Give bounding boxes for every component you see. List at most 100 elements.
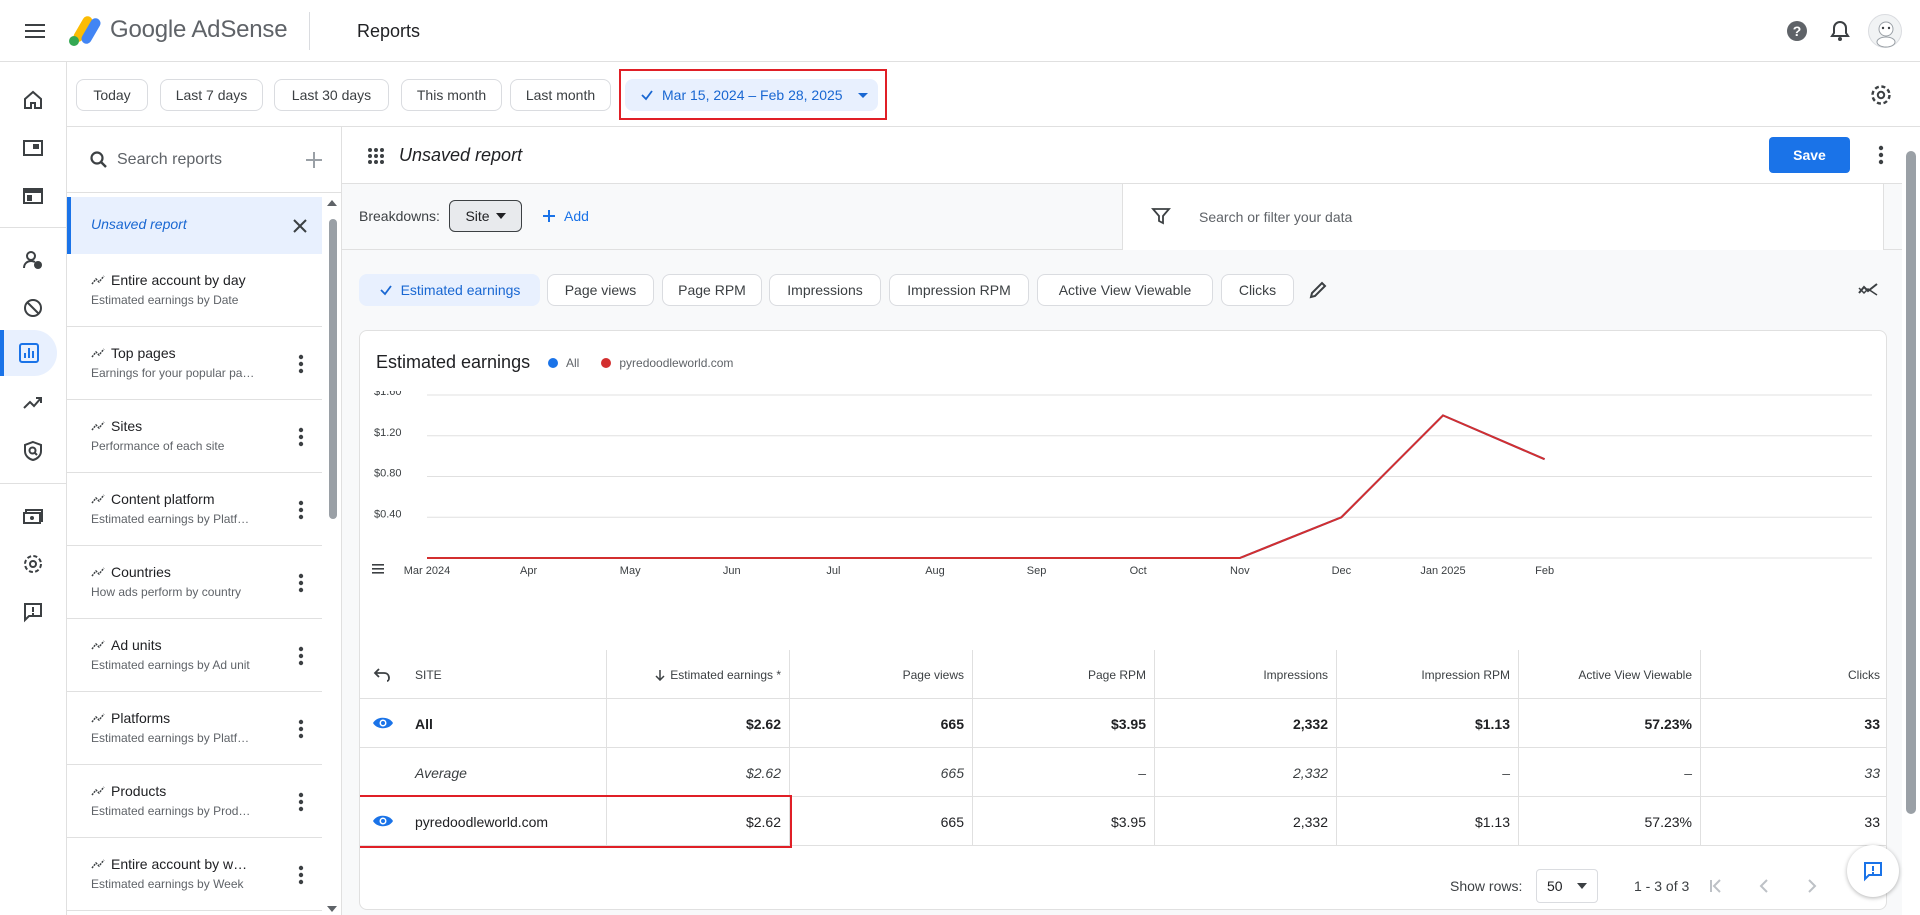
undo-icon[interactable] xyxy=(373,665,391,683)
breakdown-site-chip[interactable]: Site xyxy=(449,200,522,232)
col-label: SITE xyxy=(415,667,442,682)
search-reports-input[interactable] xyxy=(117,149,297,171)
add-breakdown-button[interactable]: Add xyxy=(542,200,589,232)
report-item-entire-account-by-day[interactable]: Entire account by day Estimated earnings… xyxy=(67,254,322,327)
more-vert-icon[interactable] xyxy=(291,571,311,595)
reports-icon[interactable] xyxy=(0,330,57,376)
close-icon[interactable] xyxy=(292,218,308,234)
save-button[interactable]: Save xyxy=(1769,137,1850,173)
col-site[interactable]: SITE xyxy=(360,650,607,699)
more-vert-icon[interactable] xyxy=(291,352,311,376)
more-vert-icon[interactable] xyxy=(291,717,311,741)
report-item-ad-units[interactable]: Ad units Estimated earnings by Ad unit xyxy=(67,619,322,692)
trend-icon xyxy=(91,640,105,650)
menu-icon[interactable] xyxy=(20,19,50,43)
sidebar-scrollbar[interactable] xyxy=(329,219,337,519)
report-item-platforms[interactable]: Platforms Estimated earnings by Platf… xyxy=(67,692,322,765)
legend-dot xyxy=(548,358,558,368)
date-range-picker[interactable]: Mar 15, 2024 – Feb 28, 2025 xyxy=(625,79,878,111)
add-report-icon[interactable] xyxy=(304,150,324,170)
x-tick-label: Sep xyxy=(1027,565,1047,577)
brand-name: Google AdSense xyxy=(110,16,288,44)
x-tick-label: Oct xyxy=(1130,565,1147,577)
chip-this-month[interactable]: This month xyxy=(401,79,502,111)
navigation-rail xyxy=(0,62,67,915)
trend-icon xyxy=(91,421,105,431)
cell-site[interactable]: pyredoodleworld.com xyxy=(360,797,607,846)
help-icon[interactable]: ? xyxy=(1785,19,1809,43)
report-search xyxy=(67,127,341,193)
sites-icon[interactable] xyxy=(0,125,66,171)
metric-chip-page-views[interactable]: Page views xyxy=(547,274,654,306)
notifications-icon[interactable] xyxy=(1828,19,1852,43)
trend-icon xyxy=(91,348,105,358)
report-item-products[interactable]: Products Estimated earnings by Prod… xyxy=(67,765,322,838)
rows-per-page-select[interactable]: 50 xyxy=(1536,869,1598,903)
scroll-down-icon[interactable] xyxy=(326,905,338,913)
more-vert-icon[interactable] xyxy=(291,644,311,668)
settings-icon[interactable] xyxy=(0,541,66,587)
rail-divider xyxy=(0,227,67,228)
report-item-content-platform[interactable]: Content platform Estimated earnings by P… xyxy=(67,473,322,546)
optimization-icon[interactable] xyxy=(0,380,66,426)
report-title: Sites xyxy=(111,418,143,434)
apps-grid-icon[interactable] xyxy=(367,147,385,165)
filter-input[interactable] xyxy=(1199,207,1799,227)
col-page-rpm[interactable]: Page RPM xyxy=(973,650,1155,699)
more-vert-icon[interactable] xyxy=(291,863,311,887)
brand-safety-icon[interactable] xyxy=(0,428,66,474)
home-icon[interactable] xyxy=(0,77,66,123)
report-item-top-pages[interactable]: Top pages Earnings for your popular pa… xyxy=(67,327,322,400)
legend-item-all[interactable]: All xyxy=(548,356,579,370)
report-item-countries[interactable]: Countries How ads perform by country xyxy=(67,546,322,619)
metric-chip-clicks[interactable]: Clicks xyxy=(1221,274,1294,306)
cell-page-views: 665 xyxy=(790,797,973,846)
col-impressions[interactable]: Impressions xyxy=(1155,650,1337,699)
chip-last-30-days[interactable]: Last 30 days xyxy=(274,79,389,111)
more-vert-icon[interactable] xyxy=(291,498,311,522)
metric-chip-active-view-viewable[interactable]: Active View Viewable xyxy=(1037,274,1213,306)
page-settings-icon[interactable] xyxy=(1869,83,1893,107)
metric-chip-page-rpm[interactable]: Page RPM xyxy=(662,274,762,306)
metric-chip-impressions[interactable]: Impressions xyxy=(769,274,881,306)
main-scrollbar[interactable] xyxy=(1906,151,1916,814)
trend-icon xyxy=(91,567,105,577)
report-name[interactable]: Unsaved report xyxy=(399,145,522,166)
blocking-controls-icon[interactable] xyxy=(0,285,66,331)
account-avatar[interactable] xyxy=(1868,14,1902,48)
report-main: Unsaved report Save Breakdowns: Site Add… xyxy=(342,127,1902,915)
more-vert-icon[interactable] xyxy=(291,425,311,449)
chip-last-month[interactable]: Last month xyxy=(510,79,611,111)
scroll-up-icon[interactable] xyxy=(326,199,338,207)
col-active-view-viewable[interactable]: Active View Viewable xyxy=(1519,650,1701,699)
feedback-button[interactable] xyxy=(1847,845,1899,897)
compare-trend-icon[interactable] xyxy=(1857,279,1879,301)
col-page-views[interactable]: Page views xyxy=(790,650,973,699)
table-row: All $2.62 665 $3.95 2,332 $1.13 57.23% 3… xyxy=(360,699,1886,748)
trend-icon xyxy=(91,713,105,723)
edit-metrics-icon[interactable] xyxy=(1307,279,1329,301)
feedback-icon[interactable] xyxy=(0,589,66,635)
col-impression-rpm[interactable]: Impression RPM xyxy=(1337,650,1519,699)
metric-chip-estimated-earnings[interactable]: Estimated earnings xyxy=(359,274,540,306)
col-clicks[interactable]: Clicks xyxy=(1701,650,1886,699)
report-item-entire-account-by-week[interactable]: Entire account by w… Estimated earnings … xyxy=(67,838,322,911)
active-report-item[interactable]: Unsaved report xyxy=(67,197,322,254)
privacy-messaging-icon[interactable] xyxy=(0,237,66,283)
legend-item-site[interactable]: pyredoodleworld.com xyxy=(601,356,733,370)
first-page-icon[interactable] xyxy=(1706,876,1726,896)
rows-per-page-value: 50 xyxy=(1547,878,1563,894)
payments-icon[interactable] xyxy=(0,493,66,539)
pagination-range: 1 - 3 of 3 xyxy=(1634,878,1690,894)
report-subtitle: Estimated earnings by Prod… xyxy=(91,804,251,818)
chip-last-7-days[interactable]: Last 7 days xyxy=(160,79,263,111)
more-vert-icon[interactable] xyxy=(291,790,311,814)
ads-icon[interactable] xyxy=(0,173,66,219)
report-item-sites[interactable]: Sites Performance of each site xyxy=(67,400,322,473)
col-estimated-earnings[interactable]: Estimated earnings * xyxy=(607,650,790,699)
metric-chip-impression-rpm[interactable]: Impression RPM xyxy=(889,274,1029,306)
next-page-icon[interactable] xyxy=(1802,876,1822,896)
previous-page-icon[interactable] xyxy=(1754,876,1774,896)
chip-today[interactable]: Today xyxy=(76,79,148,111)
more-vert-icon[interactable] xyxy=(1871,143,1891,167)
